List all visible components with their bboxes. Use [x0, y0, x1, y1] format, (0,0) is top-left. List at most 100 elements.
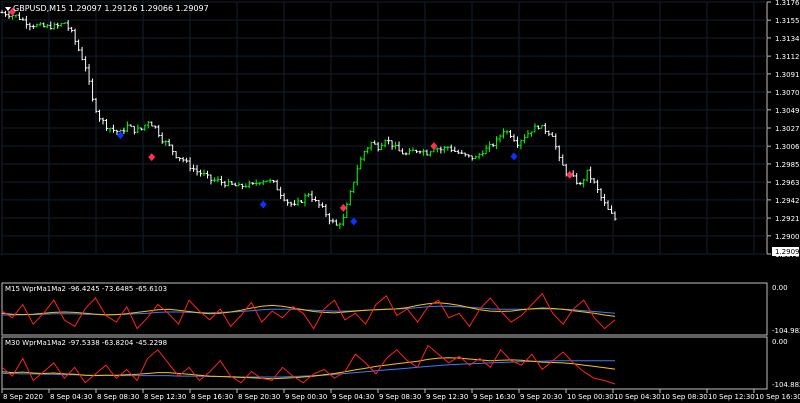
- price-bar: [258, 182, 262, 186]
- price-bar: [28, 22, 32, 31]
- price-bar: [35, 23, 39, 28]
- price-bar: [226, 178, 230, 187]
- price-bar: [199, 169, 203, 177]
- price-bar: [585, 169, 589, 182]
- price-bar: [202, 169, 206, 176]
- price-bar: [31, 24, 35, 29]
- price-bar: [477, 152, 481, 160]
- chart-canvas: GBPUSD,M15 1.29097 1.29126 1.29066 1.290…: [0, 0, 800, 401]
- price-bar: [17, 12, 21, 21]
- price-bar: [98, 109, 102, 122]
- price-bar: [205, 170, 209, 179]
- price-bar: [174, 151, 178, 159]
- price-bar: [435, 147, 439, 153]
- price-bar: [453, 146, 457, 152]
- price-bar: [408, 148, 412, 155]
- price-bar: [599, 188, 603, 201]
- price-tick-label: 1.31340: [775, 35, 800, 43]
- indicator-header-m15: M15 WprMa1Ma2 -96.4245 -73.6485 -65.6103: [5, 285, 167, 293]
- price-tick-label: 1.31550: [775, 17, 800, 25]
- price-bar: [279, 186, 283, 200]
- price-tick-label: 1.30700: [775, 89, 800, 97]
- price-tick-label: 1.30060: [775, 143, 800, 151]
- price-bar: [589, 166, 593, 183]
- price-bar: [146, 120, 150, 129]
- price-bar: [181, 156, 185, 163]
- time-tick-label: 8 Sep 2020: [3, 393, 43, 401]
- indicator-lines-m30: [1, 344, 616, 385]
- indicator-axis-top-m30: 0.00: [772, 338, 788, 346]
- price-bar: [606, 200, 610, 211]
- current-price-tag: 1.29097: [772, 247, 800, 256]
- time-tick-label: 10 Sep 12:30: [708, 393, 755, 401]
- price-bar: [373, 140, 377, 145]
- price-bar: [592, 177, 596, 184]
- price-tick-label: 1.30915: [775, 71, 800, 79]
- price-bar: [289, 201, 293, 207]
- price-bar: [300, 200, 304, 203]
- price-bar: [428, 151, 432, 157]
- price-bar: [3, 10, 7, 17]
- time-tick-label: 8 Sep 16:30: [191, 393, 233, 401]
- price-bar: [498, 134, 502, 143]
- price-bar: [164, 140, 168, 146]
- price-bar: [0, 10, 4, 14]
- price-bar: [463, 152, 467, 157]
- price-bar: [38, 21, 42, 26]
- price-bar: [94, 97, 98, 113]
- price-tick-label: 1.31765: [775, 0, 800, 7]
- wpr-line: [1, 344, 616, 385]
- price-bar: [129, 124, 133, 127]
- price-bar: [160, 132, 164, 144]
- price-bar: [104, 118, 108, 131]
- price-bar: [359, 156, 363, 170]
- price-bar: [313, 196, 317, 202]
- price-bar: [178, 157, 182, 162]
- price-bar: [150, 121, 154, 127]
- price-bar: [338, 222, 342, 230]
- price-bar: [77, 39, 81, 52]
- indicator-axis-top-m15: 0.00: [772, 284, 788, 292]
- price-bar: [341, 213, 345, 227]
- price-bar: [519, 139, 523, 150]
- price-bar: [529, 131, 533, 137]
- price-bar: [526, 130, 530, 138]
- price-bar: [512, 134, 516, 142]
- price-bar: [502, 128, 506, 139]
- price-bars: [0, 10, 617, 230]
- price-bar: [209, 174, 213, 185]
- buy-signal-marker: [510, 152, 518, 161]
- price-tick-label: 1.29000: [775, 233, 800, 241]
- indicator-axis-bottom-m30: -104.8825: [772, 381, 800, 389]
- indicator-axis-bottom-m15: -104.9825: [772, 327, 800, 335]
- price-bar: [219, 175, 223, 186]
- time-tick-label: 8 Sep 12:30: [144, 393, 186, 401]
- indicator-header-m30: M30 WprMa1Ma2 -97.5338 -63.8204 -45.2298: [5, 339, 167, 347]
- price-axis: 1.31765 1.31550 1.31340 1.31125 1.30915 1.307…: [767, 0, 800, 259]
- price-bar: [24, 15, 28, 29]
- price-bar: [63, 22, 67, 25]
- chart-menu-triangle-icon[interactable]: [5, 7, 11, 11]
- indicator-lines-m15: [1, 292, 616, 330]
- price-bar: [331, 218, 335, 224]
- price-bar: [613, 211, 617, 221]
- price-bar: [495, 136, 499, 150]
- price-bar: [404, 152, 408, 156]
- price-bar: [550, 132, 554, 137]
- price-bar: [212, 177, 216, 182]
- price-bar: [254, 179, 258, 186]
- price-bar: [390, 140, 394, 150]
- price-bar: [557, 145, 561, 162]
- price-bar: [185, 157, 189, 163]
- price-bar: [73, 28, 77, 45]
- price-bar: [45, 23, 49, 29]
- time-tick-label: 10 Sep 00:30: [567, 393, 614, 401]
- price-bar: [84, 56, 88, 72]
- time-tick-label: 9 Sep 08:30: [379, 393, 421, 401]
- price-bar: [414, 149, 418, 154]
- price-bar: [66, 20, 70, 31]
- price-bar: [376, 142, 380, 152]
- price-bar: [543, 123, 547, 135]
- time-tick-label: 8 Sep 20:30: [238, 393, 280, 401]
- price-bar: [324, 204, 328, 218]
